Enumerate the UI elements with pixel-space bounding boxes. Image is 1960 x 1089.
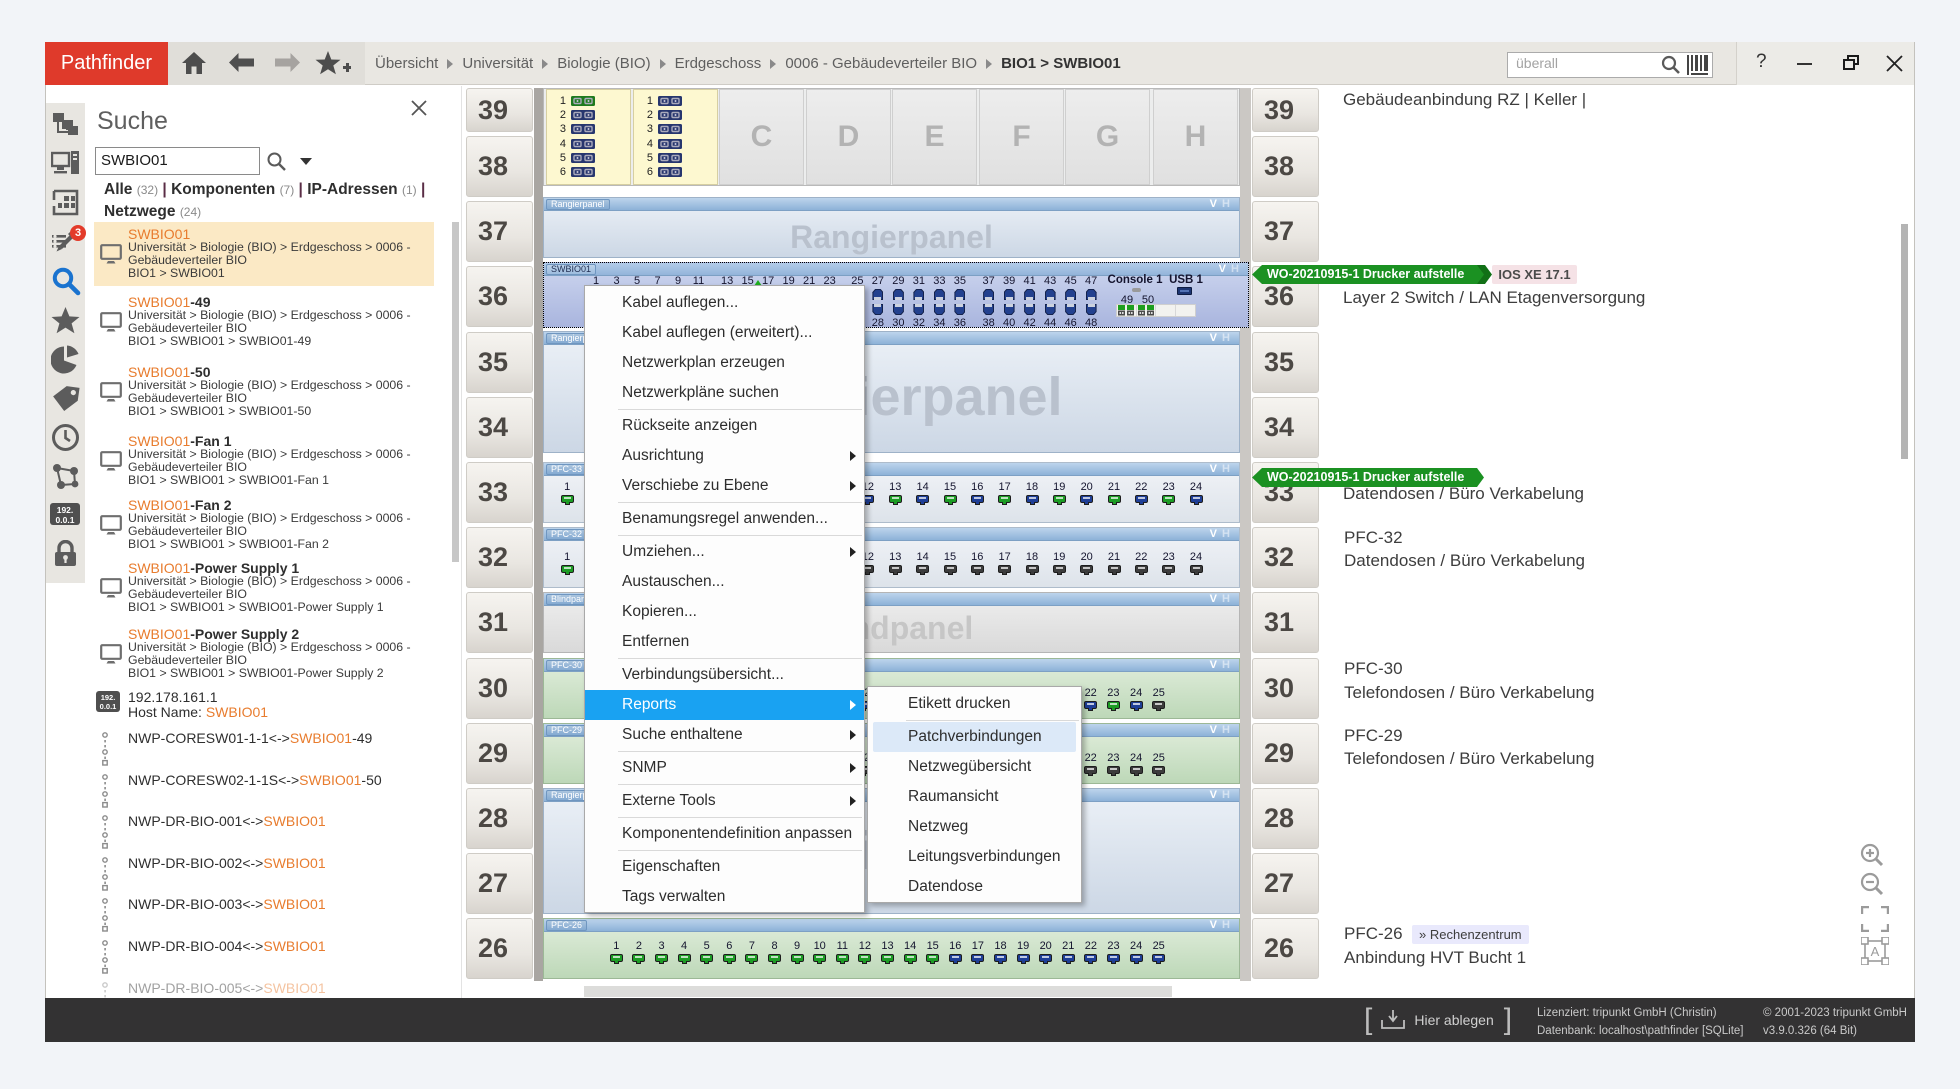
svg-text:A: A — [1871, 944, 1880, 959]
